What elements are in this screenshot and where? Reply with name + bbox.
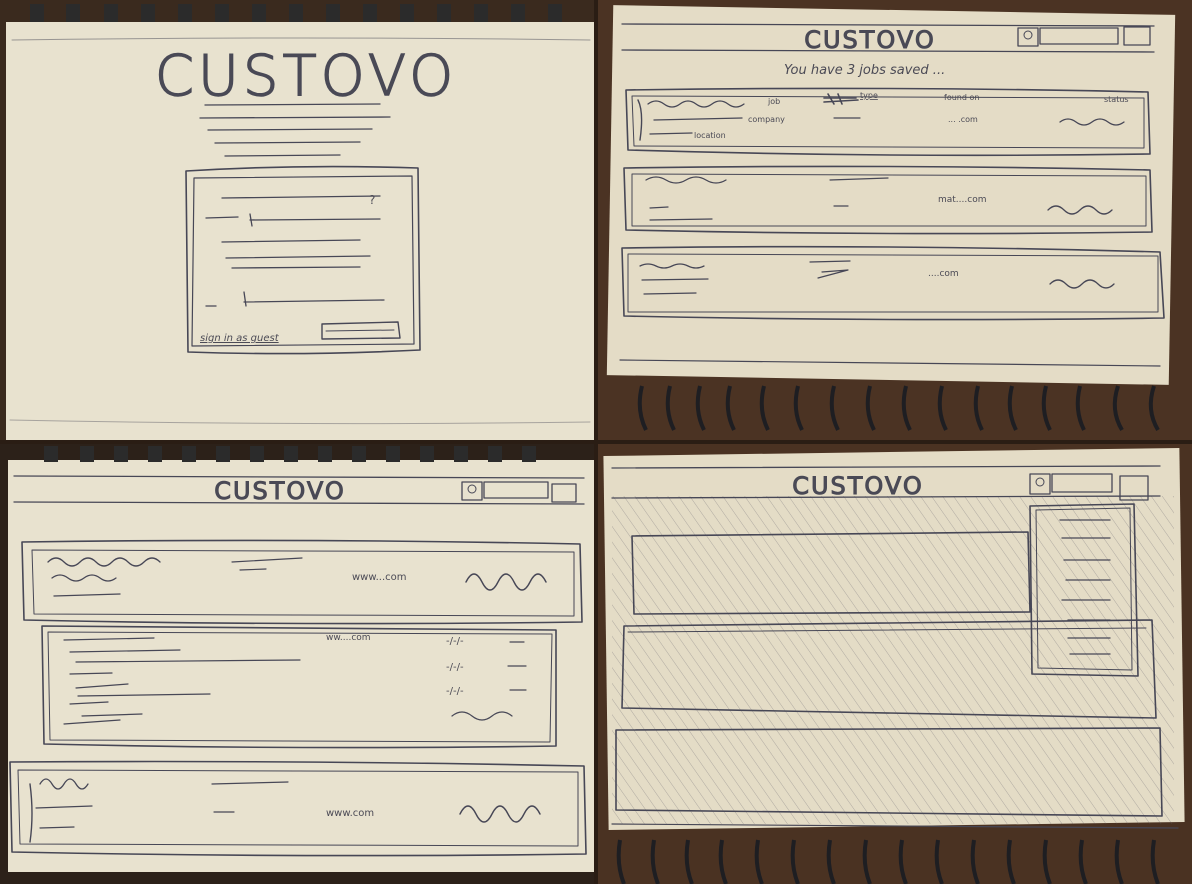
username-field[interactable] (205, 195, 381, 227)
login-sketch: CUSTOVO ? sign in as guest (9, 4, 591, 425)
saved-jobs-sketch: CUSTOVO You have 3 jobs saved ... job co… (619, 23, 1165, 432)
job-detail-sketch: CUSTOVO www...com ww....com -/-/- -/-/- … (9, 446, 587, 857)
description-lines (63, 637, 301, 725)
sign-in-as-guest-link[interactable]: sign in as guest (200, 333, 280, 344)
logo-title: CUSTOVO (792, 472, 924, 500)
spiral-binding (30, 4, 562, 22)
submit-button[interactable] (321, 321, 401, 340)
search-input[interactable] (1051, 473, 1113, 493)
user-avatar-icon[interactable] (461, 481, 483, 501)
menu-button[interactable] (551, 483, 577, 503)
found-on-value: ... .com (948, 115, 978, 124)
header-bar: CUSTOVO (13, 475, 585, 506)
job-card-3[interactable]: ....com (621, 245, 1165, 321)
date-interview: -/-/- (446, 662, 464, 673)
found-on-value: ....com (928, 269, 959, 279)
menu-open-sketch: CUSTOVO (611, 465, 1179, 884)
login-form[interactable]: ? sign in as guest (185, 165, 421, 355)
logo-title: CUSTOVO (804, 26, 936, 54)
spiral-binding (637, 385, 1160, 432)
menu-open-sketch-panel: CUSTOVO (598, 444, 1192, 884)
date-applied: -/-/- (446, 636, 464, 647)
user-avatar-icon[interactable] (1029, 473, 1051, 495)
expanded-job-detail[interactable]: ww....com -/-/- -/-/- -/-/- (41, 625, 557, 749)
job-detail-sketch-panel: CUSTOVO www...com ww....com -/-/- -/-/- … (0, 444, 594, 884)
found-on-value: ww....com (326, 633, 371, 643)
field-marker: ? (369, 193, 375, 207)
job-label: job (767, 97, 780, 106)
company-label: company (748, 115, 785, 124)
found-on-value: www...com (352, 572, 407, 583)
job-card-1[interactable]: job company location type found on ... .… (625, 87, 1151, 157)
found-on-value: www.com (326, 808, 374, 819)
menu-button[interactable] (1123, 26, 1151, 46)
header-bar: CUSTOVO (621, 23, 1155, 55)
user-avatar-icon[interactable] (1017, 27, 1039, 47)
spiral-binding (44, 446, 536, 462)
tagline-scribbles (199, 103, 391, 157)
found-on-label: found on (944, 93, 979, 102)
saved-count-banner: You have 3 jobs saved ... (784, 63, 945, 78)
status-label: status (1104, 95, 1129, 104)
job-card-3[interactable]: www.com (9, 760, 587, 857)
job-card-1[interactable]: www...com (21, 539, 583, 625)
status-scribbles (451, 641, 527, 721)
header-bar: CUSTOVO (611, 465, 1161, 501)
logo-title: CUSTOVO (214, 477, 346, 505)
spiral-binding (616, 839, 1160, 884)
logo-title: CUSTOVO (155, 44, 457, 109)
login-sketch-panel: CUSTOVO ? sign in as guest (0, 0, 594, 440)
job-card-2[interactable]: mat....com (623, 165, 1153, 235)
search-input[interactable] (1039, 27, 1119, 45)
location-label: location (694, 131, 726, 140)
found-on-value: mat....com (938, 195, 986, 205)
search-input[interactable] (483, 481, 549, 499)
dimmed-overlay (612, 496, 1174, 824)
type-label: type (860, 91, 878, 100)
password-field[interactable] (205, 239, 385, 307)
sketch-collage: CUSTOVO ? sign in as guest CUSTOVO You h… (0, 0, 1192, 884)
saved-jobs-sketch-panel: CUSTOVO You have 3 jobs saved ... job co… (598, 0, 1192, 440)
date-followup: -/-/- (446, 686, 464, 697)
